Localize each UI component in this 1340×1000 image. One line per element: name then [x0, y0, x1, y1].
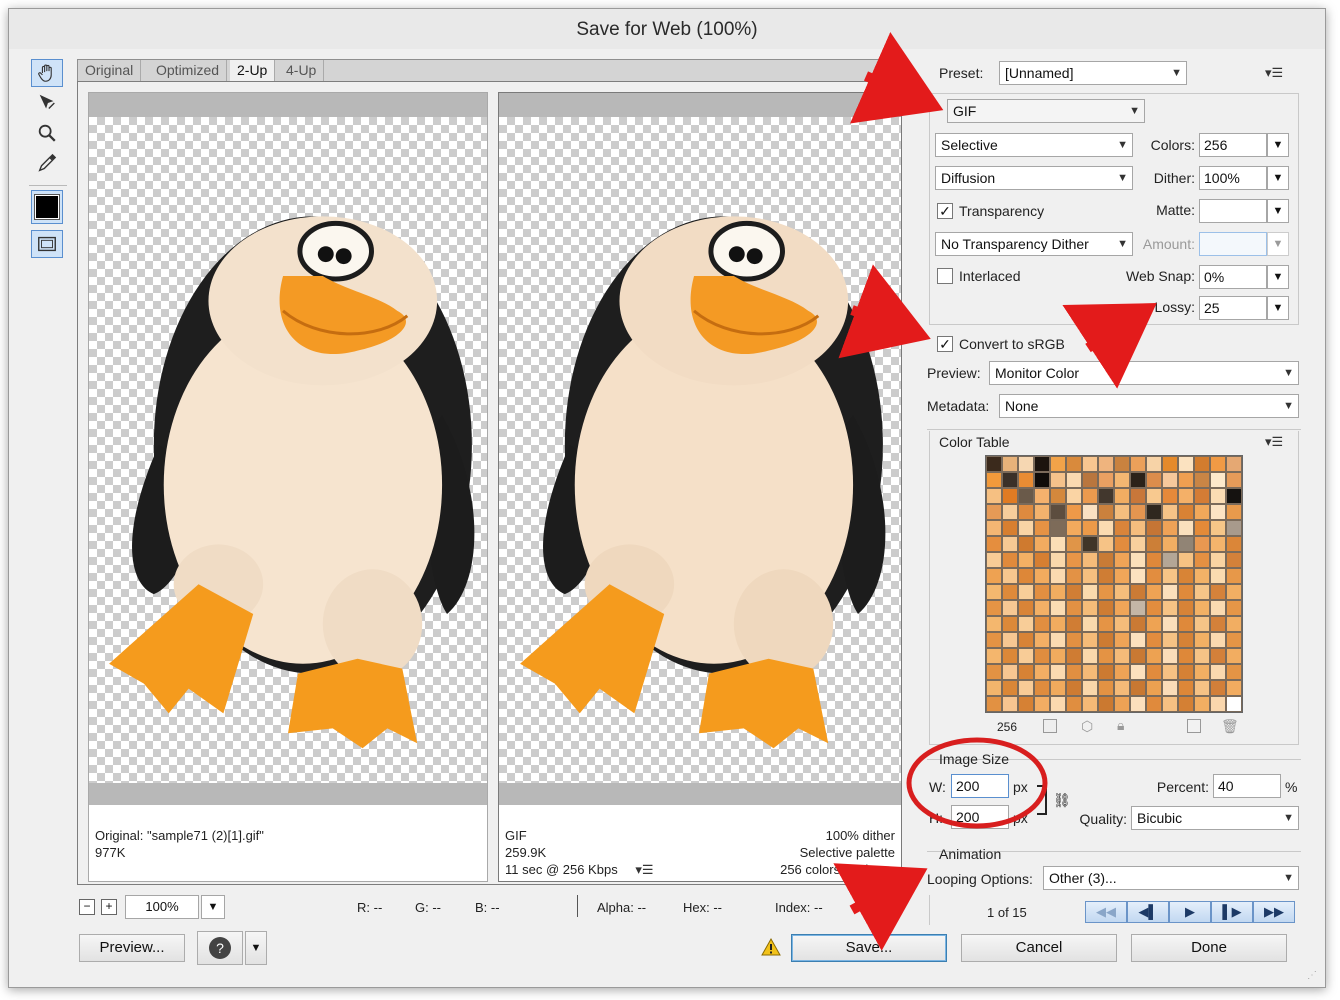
- arrow-to-format: [849, 32, 944, 124]
- image-size-highlight-circle: [906, 737, 1048, 829]
- arrow-to-convert: [838, 264, 931, 359]
- annotation-overlay: [833, 32, 1157, 951]
- arrow-to-lossy: [1062, 303, 1157, 389]
- arrow-to-looping: [833, 863, 928, 951]
